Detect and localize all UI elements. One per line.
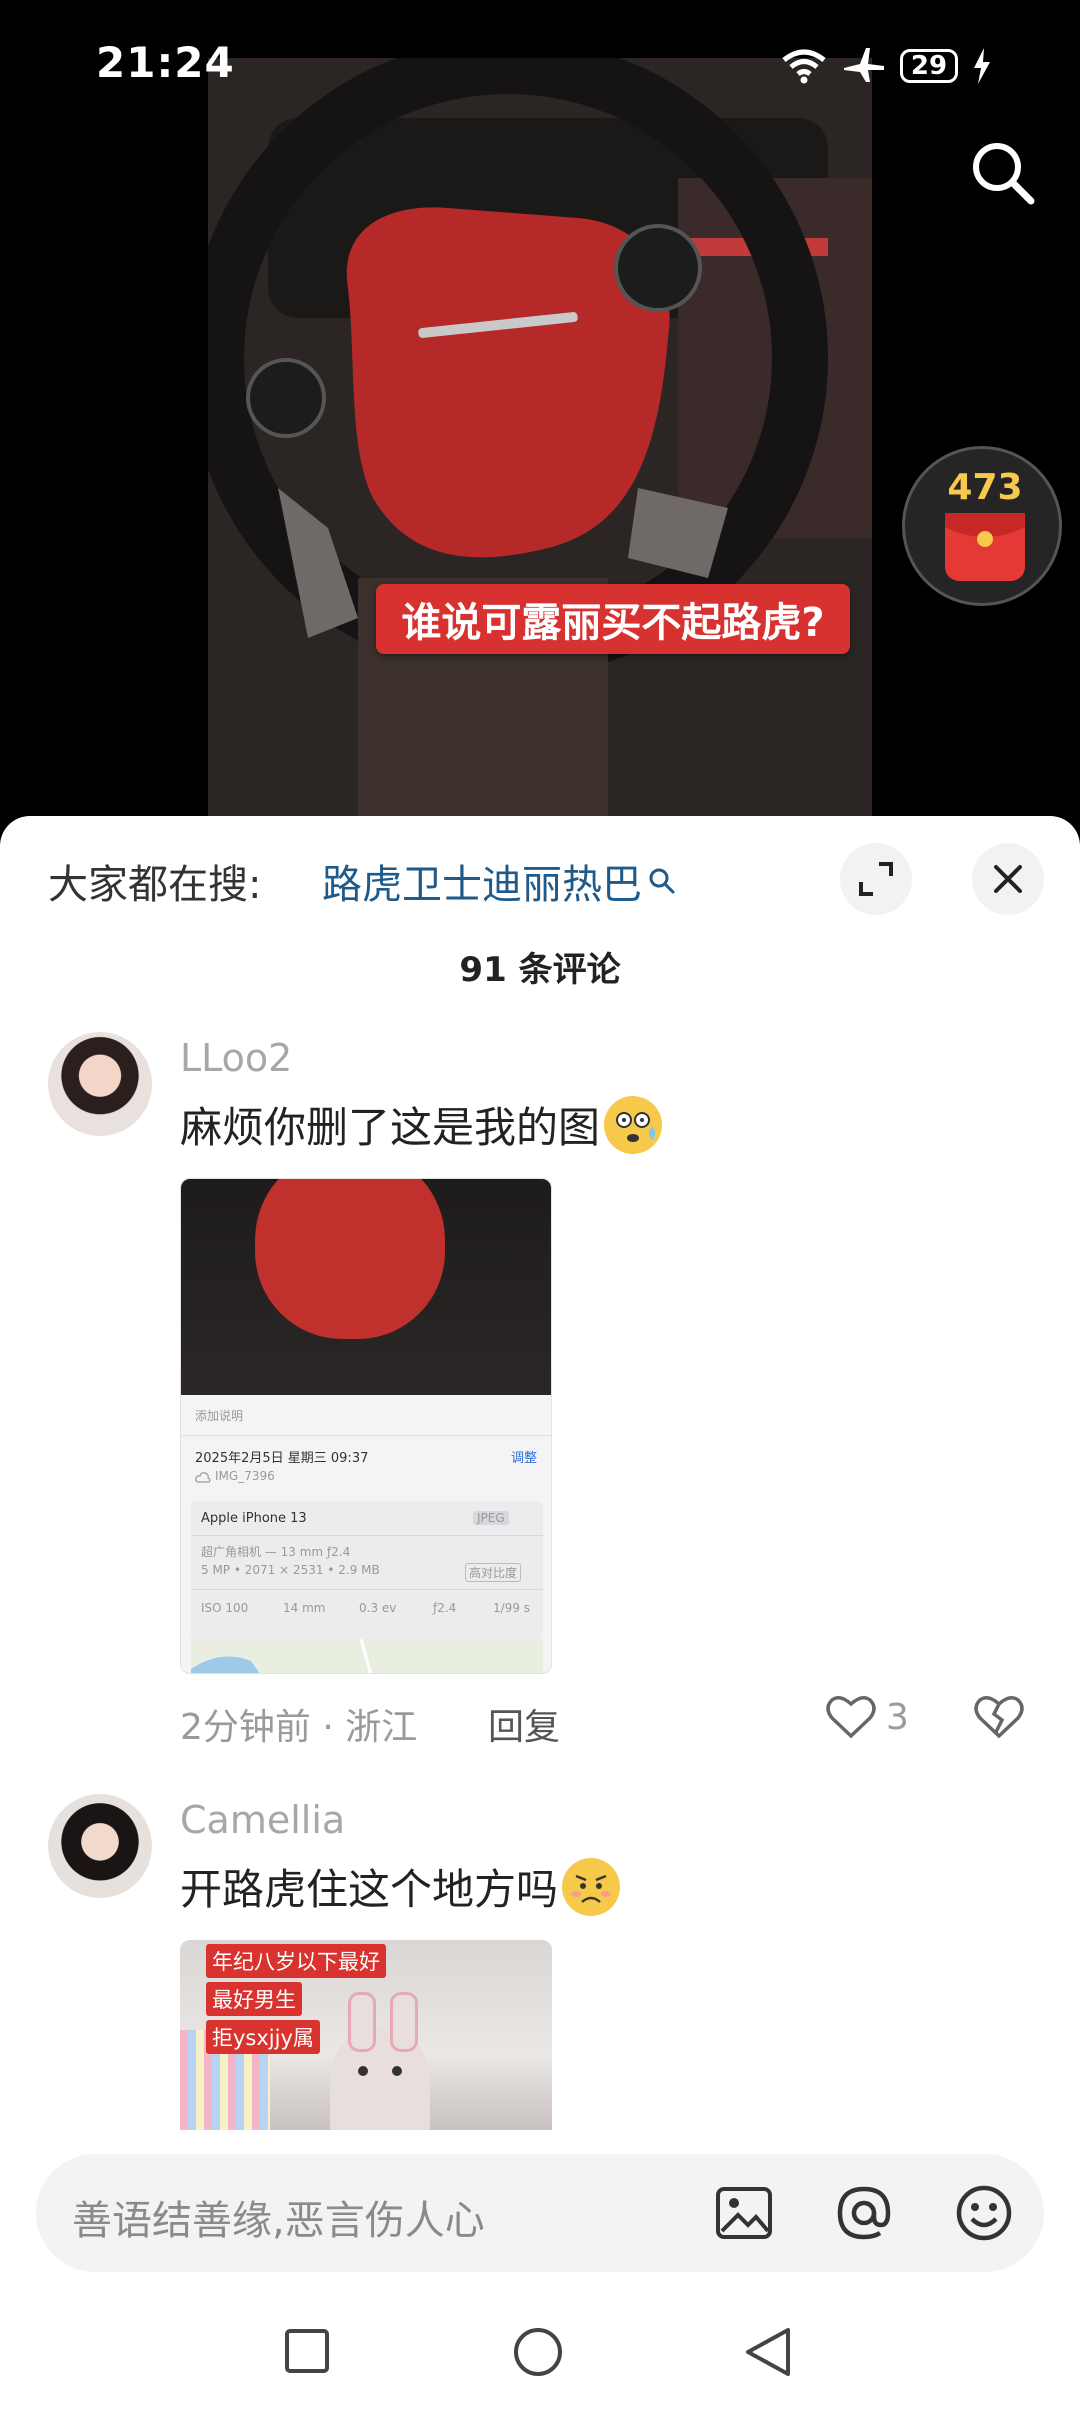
comment-image[interactable]: 添加说明 2025年2月5日 星期三 09:37 调整 IMG_7396 App… xyxy=(180,1178,552,1674)
close-button[interactable] xyxy=(972,843,1044,915)
image-caption-tags: 年纪八岁以下最好 最好男生 拒ysxjjy属 xyxy=(206,1944,386,2054)
battery-indicator: 29 xyxy=(900,49,958,83)
wifi-icon xyxy=(782,49,826,84)
comment-image[interactable]: 年纪八岁以下最好 最好男生 拒ysxjjy属 xyxy=(180,1940,552,2130)
recent-apps-button[interactable] xyxy=(284,2328,330,2378)
search-button[interactable] xyxy=(962,132,1042,212)
heart-icon xyxy=(826,1696,876,1739)
video-frame[interactable] xyxy=(208,58,872,820)
expand-button[interactable] xyxy=(840,843,912,915)
mention-button[interactable] xyxy=(832,2181,896,2245)
hot-search-label: 大家都在搜: xyxy=(48,862,262,908)
dislike-button[interactable] xyxy=(974,1694,1024,1744)
image-tag: 年纪八岁以下最好 xyxy=(206,1944,386,1978)
hot-search-term: 路虎卫士迪丽热巴 xyxy=(322,862,642,908)
search-small-icon xyxy=(649,868,675,894)
comment-count: 91 条评论 xyxy=(459,950,621,990)
avatar[interactable] xyxy=(48,1794,152,1898)
at-sign-icon xyxy=(837,2186,891,2240)
like-button[interactable]: 3 xyxy=(826,1694,909,1740)
expand-icon xyxy=(859,862,893,896)
emoji-button[interactable] xyxy=(952,2181,1016,2245)
hot-search-link[interactable]: 路虎卫士迪丽热巴 xyxy=(322,852,676,910)
steering-wheel-thumb xyxy=(255,1179,445,1339)
image-tag: 拒ysxjjy属 xyxy=(206,2020,320,2054)
steering-wheel-thumbnail xyxy=(181,1179,551,1395)
comment-username[interactable]: LLoo2 xyxy=(180,1036,292,1080)
reply-button[interactable]: 回复 xyxy=(488,1698,560,1750)
exif-ev: 0.3 ev xyxy=(359,1601,397,1615)
red-packet-count: 473 xyxy=(947,467,1023,508)
worried-face-emoji-icon xyxy=(562,1857,621,1916)
photo-date: 2025年2月5日 星期三 09:37 xyxy=(195,1451,369,1466)
image-icon xyxy=(716,2187,772,2239)
avatar[interactable] xyxy=(48,1032,152,1136)
home-button[interactable] xyxy=(512,2326,564,2382)
comment-username[interactable]: Camellia xyxy=(180,1798,345,1842)
image-picker-button[interactable] xyxy=(712,2181,776,2245)
airplane-mode-icon xyxy=(844,48,884,82)
status-icons: 29 xyxy=(780,42,992,90)
broken-heart-icon xyxy=(974,1696,1024,1739)
square-icon xyxy=(285,2329,329,2373)
circle-icon xyxy=(514,2328,562,2376)
steering-wheel-image xyxy=(208,58,872,820)
video-caption: 谁说可露丽买不起路虎? xyxy=(376,584,850,654)
photo-filename: IMG_7396 xyxy=(215,1469,275,1483)
add-caption-text: 添加说明 xyxy=(195,1409,244,1423)
dizzy-face-emoji-icon xyxy=(604,1095,663,1154)
comment-time: 2分钟前 xyxy=(180,1707,311,1748)
exif-iso: ISO 100 xyxy=(201,1601,249,1615)
red-packet-widget[interactable]: 473 xyxy=(902,446,1062,606)
device-name: Apple iPhone 13 xyxy=(201,1511,307,1526)
comment-text: 开路虎住这个地方吗 xyxy=(180,1856,621,1917)
red-packet-icon xyxy=(945,513,1025,581)
status-time: 21:24 xyxy=(96,38,235,87)
close-icon xyxy=(994,865,1022,893)
comment-text: 麻烦你删了这是我的图 xyxy=(180,1094,663,1155)
adjust-link: 调整 xyxy=(510,1451,537,1466)
search-icon xyxy=(973,143,1035,205)
comment-location: 浙江 xyxy=(345,1707,418,1748)
charging-bolt-icon xyxy=(974,48,990,84)
exif-focal: 14 mm xyxy=(283,1601,326,1615)
lens-info: 超广角相机 — 13 mm ƒ2.4 xyxy=(201,1545,351,1559)
triangle-back-icon xyxy=(746,2328,790,2376)
back-button[interactable] xyxy=(744,2326,792,2382)
format-badge: JPEG xyxy=(473,1511,509,1525)
smiley-icon xyxy=(956,2185,1012,2241)
map-preview xyxy=(191,1638,543,1673)
high-ratio-badge: 高对比度 xyxy=(465,1563,522,1582)
exif-aperture: ƒ2.4 xyxy=(433,1601,457,1615)
like-count: 3 xyxy=(886,1696,909,1738)
image-specs: 5 MP • 2071 × 2531 • 2.9 MB xyxy=(201,1563,380,1577)
comment-meta: 2分钟前 · 浙江 xyxy=(180,1707,418,1748)
comment-input[interactable]: 善语结善缘,恶言伤人心 xyxy=(72,2188,485,2246)
image-tag: 最好男生 xyxy=(206,1982,302,2016)
exif-shutter: 1/99 s xyxy=(493,1601,531,1615)
cloud-icon xyxy=(195,1472,211,1483)
